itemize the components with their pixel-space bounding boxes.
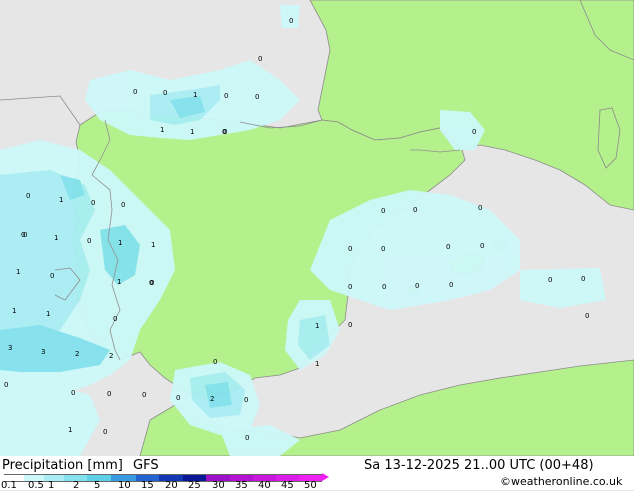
value-label: 0	[213, 358, 217, 366]
value-label: 0	[224, 92, 228, 100]
value-label: 0	[548, 276, 552, 284]
value-label: 0	[581, 275, 585, 283]
value-label: 2	[109, 352, 113, 360]
map-title: Precipitation [mm] GFS	[2, 459, 159, 473]
model-name: GFS	[133, 458, 159, 473]
value-label: 0	[381, 207, 385, 215]
value-label: 0	[244, 396, 248, 404]
value-label: 0	[478, 204, 482, 212]
value-label: 1	[190, 128, 194, 136]
value-label: 2	[75, 350, 79, 358]
value-label: 0	[245, 434, 249, 442]
value-label: 1	[68, 426, 72, 434]
value-label: 0	[472, 128, 476, 136]
value-label: 1	[315, 360, 319, 368]
value-label: 0	[142, 391, 146, 399]
value-label: 0	[71, 389, 75, 397]
credit-link[interactable]: ©weatheronline.co.uk	[500, 475, 622, 489]
value-label: 0	[103, 428, 107, 436]
valid-time: Sa 13-12-2025 21..00 UTC (00+48)	[364, 458, 594, 473]
value-label: 0	[415, 282, 419, 290]
value-label: 0	[255, 93, 259, 101]
value-label: 0	[91, 199, 95, 207]
value-label: 1	[16, 268, 20, 276]
value-label: 0	[50, 272, 54, 280]
value-label: 0	[258, 55, 262, 63]
value-label: 0	[26, 192, 30, 200]
legend-arrow	[322, 473, 329, 481]
value-label: 0	[382, 283, 386, 291]
value-label: 0	[348, 245, 352, 253]
value-label: 3	[41, 348, 45, 356]
value-label: 1	[54, 234, 58, 242]
value-label: 1	[151, 241, 155, 249]
value-label: 0	[163, 89, 167, 97]
value-label: 0	[121, 201, 125, 209]
precipitation-map: 0 0 0 1 0 0 0 0 1 1 0 0 0 1 0 0 0 1 1 1 …	[0, 0, 634, 456]
value-label: 1	[59, 196, 63, 204]
value-label: 0	[23, 231, 27, 239]
value-label: 0	[449, 281, 453, 289]
value-label: 0	[348, 321, 352, 329]
value-label: 2	[210, 395, 214, 403]
value-label: 3	[8, 344, 12, 352]
value-label: 1	[118, 239, 122, 247]
value-label: 1	[160, 126, 164, 134]
value-label: 0	[381, 245, 385, 253]
value-label: 0	[176, 394, 180, 402]
value-label: 0	[348, 283, 352, 291]
value-label: 1	[12, 307, 16, 315]
value-label: 0	[107, 390, 111, 398]
value-label: 0	[413, 206, 417, 214]
value-label: 0	[150, 279, 154, 287]
value-label: 1	[193, 91, 197, 99]
value-label: 0	[480, 242, 484, 250]
value-label: 0	[222, 128, 226, 136]
map-title-prefix: Precipitation [mm]	[2, 458, 123, 473]
value-label: 0	[289, 17, 293, 25]
value-label: 1	[46, 310, 50, 318]
value-label: 1	[315, 322, 319, 330]
value-label: 0	[133, 88, 137, 96]
value-label: 0	[113, 315, 117, 323]
value-label: 0	[4, 381, 8, 389]
value-label: 1	[117, 278, 121, 286]
value-label: 0	[87, 237, 91, 245]
value-label: 0	[585, 312, 589, 320]
value-label: 0	[446, 243, 450, 251]
